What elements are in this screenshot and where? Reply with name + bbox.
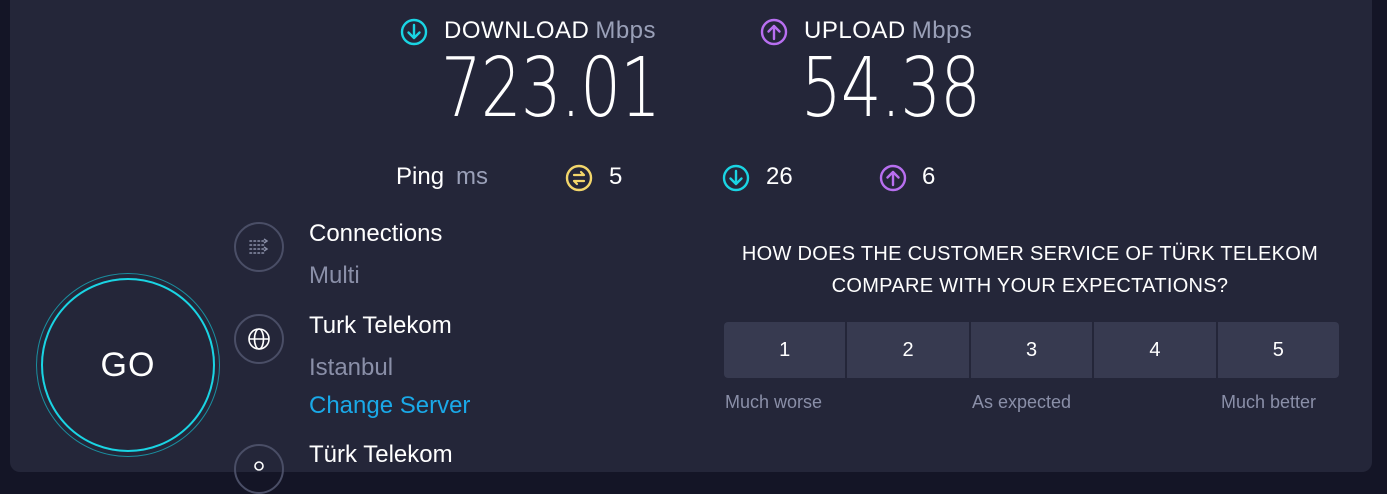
server-title: Turk Telekom: [309, 312, 452, 339]
download-speed-value: 723.01: [441, 41, 661, 136]
scale-high-label: Much better: [1221, 392, 1317, 412]
scale-low-label: Much worse: [725, 392, 823, 412]
ping-download-value: 26: [766, 163, 793, 190]
ping-label: Ping ms: [396, 163, 488, 191]
rating-option-3[interactable]: 3: [970, 322, 1093, 378]
upload-speed-value: 54.38: [801, 41, 981, 136]
download-arrow-icon: [400, 18, 428, 46]
upload-unit: Mbps: [911, 17, 973, 44]
user-icon: [234, 444, 284, 494]
ping-idle-value: 5: [609, 163, 623, 190]
upload-arrow-icon: [760, 18, 788, 46]
connections-icon: [234, 222, 284, 272]
survey-question: HOW DOES THE CUSTOMER SERVICE OF TÜRK TE…: [741, 243, 1319, 297]
rating-option-5[interactable]: 5: [1217, 322, 1340, 378]
provider-title: Türk Telekom: [309, 441, 453, 468]
go-button[interactable]: GO: [41, 278, 215, 452]
go-button-label: GO: [100, 345, 156, 384]
upload-latency-icon: [879, 164, 907, 192]
server-location: Istanbul: [309, 354, 394, 381]
rating-option-2[interactable]: 2: [847, 322, 969, 378]
ping-upload-value: 6: [922, 163, 936, 190]
change-server-link[interactable]: Change Server: [309, 392, 470, 420]
rating-option-1[interactable]: 1: [724, 322, 846, 378]
ping-unit: ms: [456, 163, 489, 190]
download-label-text: DOWNLOAD: [444, 17, 590, 44]
results-panel: [10, 0, 1372, 472]
rating-option-4[interactable]: 4: [1094, 322, 1216, 378]
download-latency-icon: [722, 164, 750, 192]
idle-latency-icon: [565, 164, 593, 192]
rating-scale: 1 2 3 4 5: [724, 322, 1340, 378]
connections-title: Connections: [309, 220, 443, 247]
scale-mid-label: As expected: [972, 392, 1072, 412]
upload-label-text: UPLOAD: [804, 17, 906, 44]
download-unit: Mbps: [595, 17, 657, 44]
globe-icon: [234, 314, 284, 364]
ping-label-text: Ping: [396, 163, 445, 190]
connections-value: Multi: [309, 262, 360, 289]
